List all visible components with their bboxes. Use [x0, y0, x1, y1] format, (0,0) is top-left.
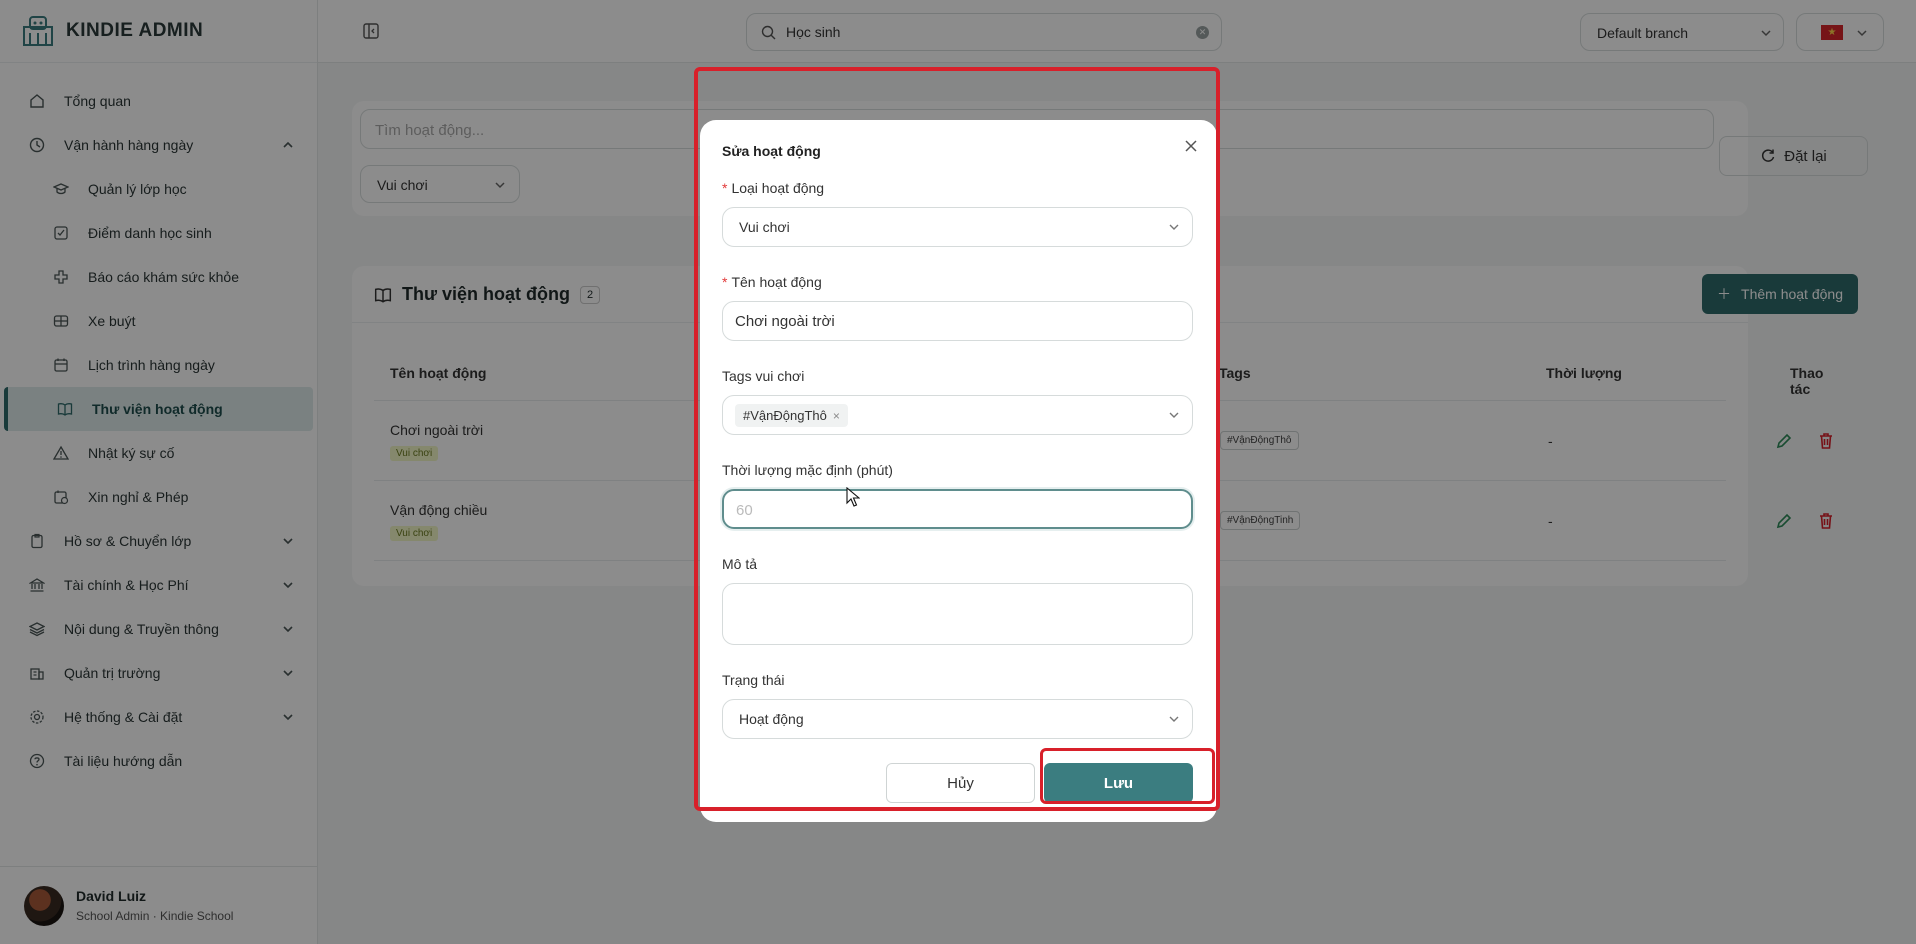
highlight-box-modal — [694, 67, 1220, 811]
highlight-box-save — [1040, 748, 1215, 804]
mouse-cursor-icon — [846, 487, 860, 507]
